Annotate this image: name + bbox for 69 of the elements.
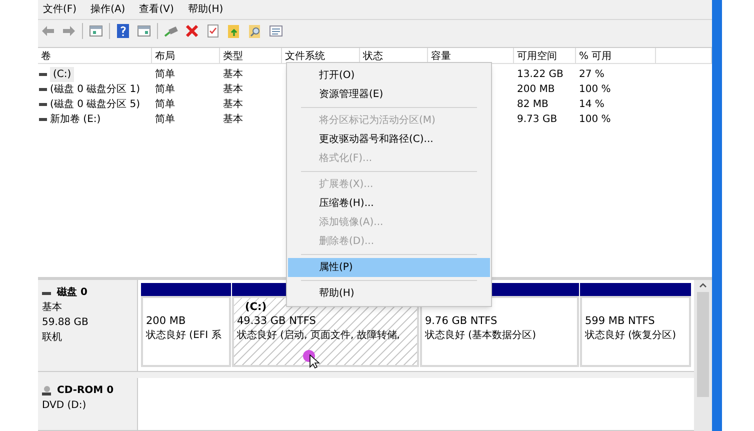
disk-name: 磁盘 0 — [57, 286, 88, 300]
table-cell-text: 基本 — [222, 68, 244, 82]
partition-size: 9.76 GB NTFS — [425, 314, 498, 329]
table-cell-text: 简单 — [154, 112, 176, 127]
table-cell-text: 基本 — [222, 112, 244, 127]
partition-block[interactable]: 599 MB NTFS 状态良好 (恢复分区) — [580, 296, 691, 367]
table-cell-text: 100 % — [578, 83, 612, 97]
partition-size: 49.33 GB NTFS — [237, 314, 316, 329]
scroll-up-icon[interactable] — [699, 282, 707, 288]
volume-name[interactable]: (磁盘 0 磁盘分区 5) — [50, 97, 140, 112]
panel-icon[interactable] — [88, 23, 104, 39]
table-cell-text: 简单 — [154, 98, 176, 112]
partition-status: 状态良好 (恢复分区) — [585, 329, 676, 343]
volume-icon — [39, 103, 47, 106]
partition-block[interactable]: 200 MB 状态良好 (EFI 系 — [141, 296, 231, 367]
table-cell-text: 9.73 GB — [516, 113, 558, 127]
menu-item[interactable]: 更改驱动器号和路径(C)... — [288, 130, 490, 149]
table-cell-text: 13.22 GB — [516, 68, 564, 82]
disk-info: 基本 — [42, 300, 63, 315]
table-cell-text: 200 MB — [516, 83, 556, 97]
partition-status: 状态良好 (基本数据分区) — [425, 329, 536, 343]
table-cell-text: 27 % — [578, 68, 606, 82]
partition-title: (C:) — [244, 301, 268, 313]
menu-item[interactable]: 查看(V) — [138, 2, 175, 17]
menu-item[interactable]: 操作(A) — [90, 2, 126, 17]
volume-icon — [39, 73, 47, 76]
partition-size: 200 MB — [146, 314, 186, 329]
menu-item[interactable]: 资源管理器(E) — [288, 85, 490, 104]
partition-status: 状态良好 (启动, 页面文件, 故障转储, — [237, 329, 400, 343]
cd-drive-icon — [42, 386, 52, 396]
table-cell-text: 基本 — [222, 98, 244, 112]
disk-info: 59.88 GB — [42, 316, 90, 330]
disk-info: DVD (D:) — [42, 399, 88, 413]
table-cell-text: 14 % — [578, 98, 606, 112]
volume-name[interactable]: 新加卷 (E:) — [50, 112, 101, 127]
folder-up-icon[interactable] — [226, 23, 242, 39]
column-header[interactable]: 卷 — [38, 48, 152, 64]
table-cell-text: 简单 — [154, 82, 176, 97]
scroll-thumb[interactable] — [697, 292, 709, 397]
column-header[interactable]: % 可用 — [576, 48, 656, 64]
volume-icon — [39, 88, 47, 91]
partition-block[interactable]: 9.76 GB NTFS 状态良好 (基本数据分区) — [420, 296, 579, 367]
forward-icon[interactable] — [61, 23, 77, 39]
table-cell-text: 简单 — [154, 68, 176, 82]
volume-name[interactable]: (C:) — [50, 67, 74, 82]
table-cell-text: 基本 — [222, 82, 244, 97]
table-cell-text: 100 % — [578, 113, 612, 127]
folder-search-icon[interactable] — [247, 23, 263, 39]
menu-item[interactable]: 打开(O) — [288, 66, 490, 85]
partition-size: 599 MB NTFS — [585, 314, 655, 329]
menu-item[interactable]: 文件(F) — [42, 2, 78, 17]
menu-item[interactable]: 压缩卷(H)... — [288, 194, 490, 213]
volume-icon — [39, 118, 47, 121]
column-header[interactable]: 可用空间 — [514, 48, 576, 64]
table-cell-text: 82 MB — [516, 98, 550, 112]
column-header[interactable]: 类型 — [220, 48, 282, 64]
partition-status: 状态良好 (EFI 系 — [146, 329, 222, 343]
delete-icon[interactable] — [184, 23, 200, 39]
help-icon[interactable] — [115, 23, 131, 39]
panel-icon[interactable] — [136, 23, 152, 39]
scrollbar[interactable] — [694, 280, 712, 431]
disk-info: 联机 — [42, 330, 63, 345]
volume-name[interactable]: (磁盘 0 磁盘分区 1) — [50, 82, 140, 97]
menu-item[interactable]: 属性(P) — [288, 258, 490, 277]
column-header[interactable]: 布局 — [152, 48, 220, 64]
document-check-icon[interactable] — [205, 23, 221, 39]
list-icon[interactable] — [268, 23, 284, 39]
menu-item[interactable]: 帮助(H) — [186, 2, 224, 17]
disk-name: CD-ROM 0 — [57, 384, 114, 398]
